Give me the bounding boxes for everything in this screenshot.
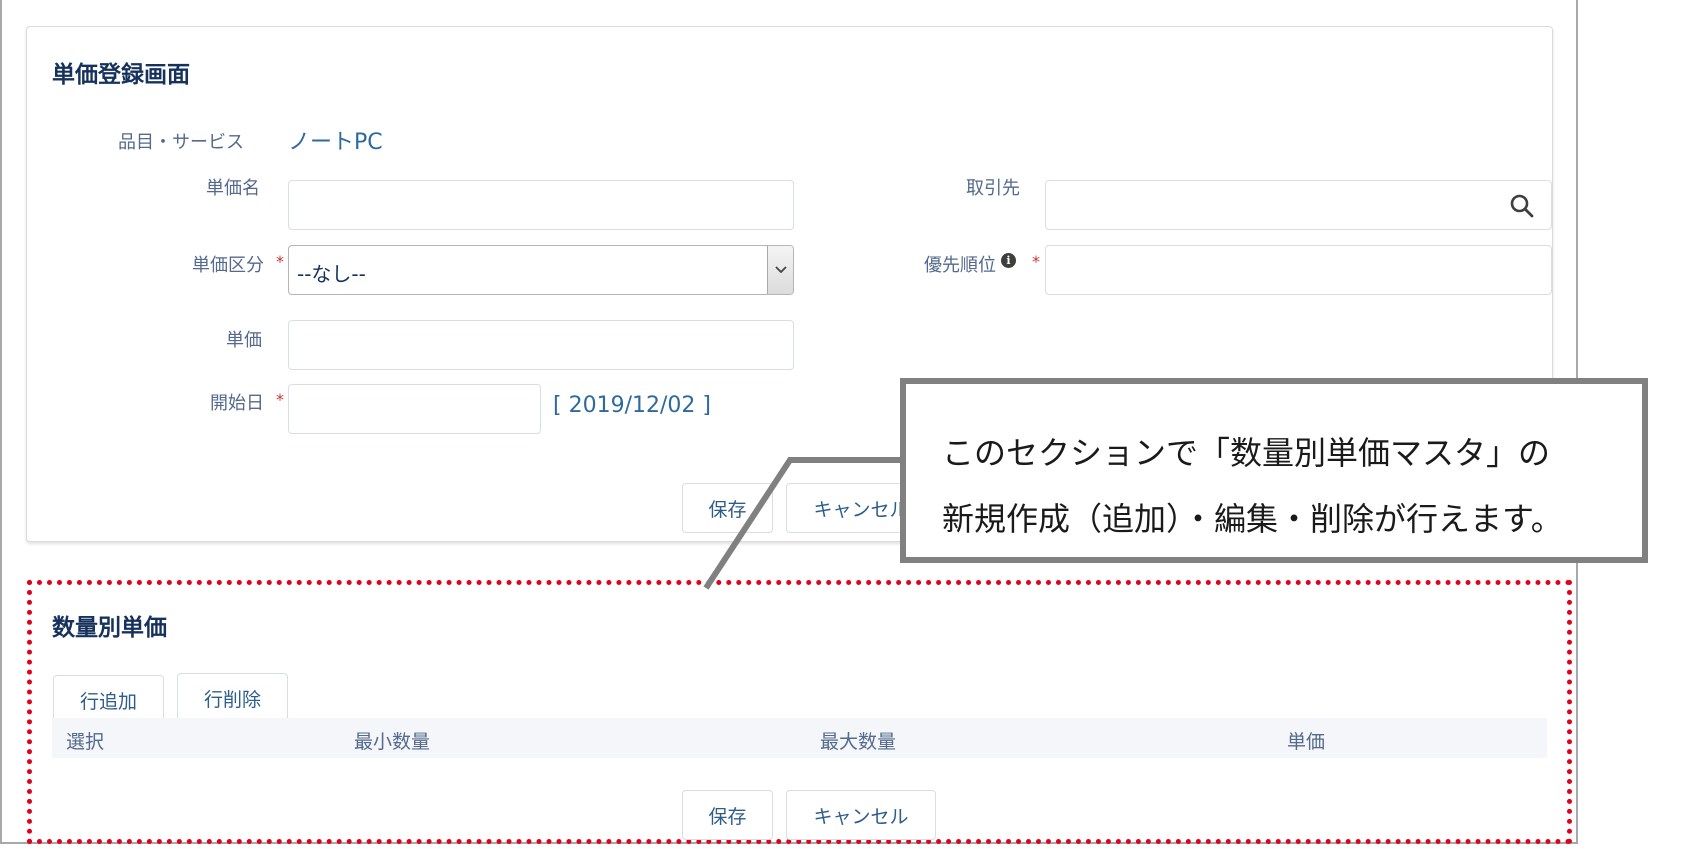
priority-required-mark: *: [1032, 252, 1040, 271]
price-name-input[interactable]: [288, 180, 794, 230]
unit-price-input[interactable]: [288, 320, 794, 370]
search-icon[interactable]: [1509, 193, 1535, 219]
column-min-quantity: 最小数量: [354, 731, 431, 753]
quantity-cancel-button[interactable]: キャンセル: [786, 790, 936, 840]
quantity-section-title: 数量別単価: [52, 615, 167, 641]
priority-input[interactable]: [1045, 245, 1552, 295]
price-type-required-mark: *: [276, 252, 284, 271]
unit-price-label: 単価: [226, 330, 262, 351]
quantity-table-header: 選択 最小数量 最大数量 単価: [52, 718, 1547, 758]
price-type-selected-value: --なし--: [297, 262, 366, 286]
select-toggle-button[interactable]: [767, 246, 793, 294]
start-date-required-mark: *: [276, 390, 284, 409]
start-date-input[interactable]: [288, 384, 541, 434]
quantity-save-button[interactable]: 保存: [682, 790, 773, 840]
delete-row-button[interactable]: 行削除: [177, 673, 288, 723]
column-select: 選択: [66, 731, 105, 753]
column-unit-price: 単価: [1287, 731, 1326, 753]
callout-line-2: 新規作成（追加）・編集・削除が行えます。: [942, 500, 1563, 538]
callout-box: このセクションで「数量別単価マスタ」の 新規作成（追加）・編集・削除が行えます。: [900, 378, 1648, 563]
today-date-link[interactable]: [ 2019/12/02 ]: [553, 393, 711, 418]
product-label: 品目・サービス: [118, 132, 244, 153]
column-max-quantity: 最大数量: [820, 731, 897, 753]
partner-label: 取引先: [966, 178, 1020, 199]
chevron-down-icon: [774, 266, 787, 274]
info-icon[interactable]: i: [1001, 253, 1016, 268]
price-name-label: 単価名: [206, 178, 260, 199]
priority-label: 優先順位: [924, 255, 996, 276]
price-type-label: 単価区分: [192, 255, 264, 276]
product-link[interactable]: ノートPC: [288, 124, 383, 156]
start-date-label: 開始日: [210, 393, 264, 414]
partner-lookup-input[interactable]: [1045, 180, 1552, 230]
callout-line-1: このセクションで「数量別単価マスタ」の: [942, 434, 1551, 472]
price-type-select[interactable]: --なし--: [288, 245, 794, 295]
save-button[interactable]: 保存: [682, 483, 773, 533]
page-title: 単価登録画面: [52, 62, 190, 88]
